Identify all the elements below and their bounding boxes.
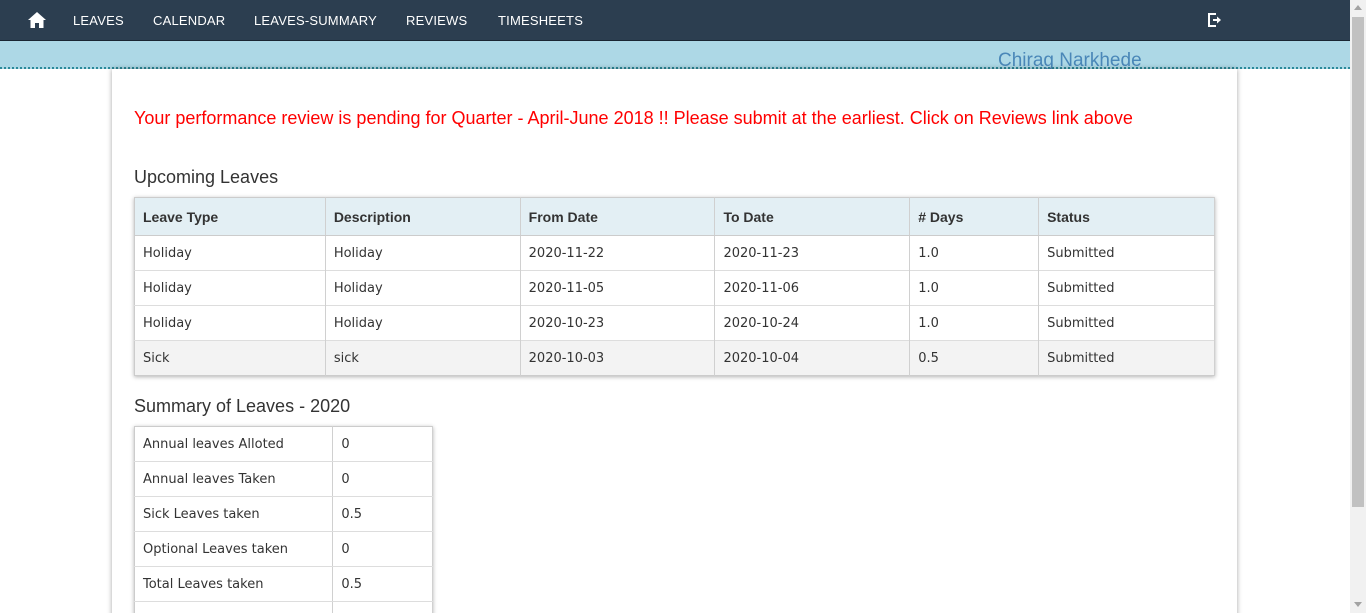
col-status: Status	[1038, 197, 1215, 236]
summary-label: Annual leaves Alloted	[134, 426, 334, 462]
cell-from-date: 2020-11-05	[520, 270, 716, 306]
cell-leave-type: Holiday	[134, 270, 326, 306]
cell-description: Holiday	[325, 235, 521, 271]
table-row: Holiday Holiday 2020-11-05 2020-11-06 1.…	[134, 270, 1215, 306]
summary-value: 0	[332, 426, 433, 462]
col-days: # Days	[909, 197, 1040, 236]
table-header-row: Leave Type Description From Date To Date…	[134, 197, 1215, 236]
table-row: Holiday Holiday 2020-11-22 2020-11-23 1.…	[134, 235, 1215, 271]
cell-leave-type: Sick	[134, 340, 326, 376]
cell-description: Holiday	[325, 305, 521, 341]
table-row: Sick sick 2020-10-03 2020-10-04 0.5 Subm…	[134, 340, 1215, 376]
table-row	[134, 601, 433, 613]
cell-from-date: 2020-10-23	[520, 305, 716, 341]
col-from-date: From Date	[520, 197, 716, 236]
summary-label: Total Leaves taken	[134, 566, 334, 602]
cell-status: Submitted	[1038, 235, 1215, 271]
cell-to-date: 2020-10-24	[714, 305, 911, 341]
nav-leaves-summary[interactable]: LEAVES-SUMMARY	[254, 13, 377, 28]
table-row: Total Leaves taken 0.5	[134, 566, 433, 602]
upcoming-leaves-table: Leave Type Description From Date To Date…	[134, 197, 1215, 376]
summary-label: Annual leaves Taken	[134, 461, 334, 497]
summary-value: 0	[332, 461, 433, 497]
cell-status: Submitted	[1038, 305, 1215, 341]
table-row: Annual leaves Taken 0	[134, 461, 433, 497]
logout-icon[interactable]	[1207, 12, 1223, 28]
cell-from-date: 2020-11-22	[520, 235, 716, 271]
cell-days: 1.0	[909, 270, 1040, 306]
review-pending-alert: Your performance review is pending for Q…	[134, 108, 1133, 128]
col-description: Description	[325, 197, 521, 236]
summary-value: 0.5	[332, 496, 433, 532]
table-row: Holiday Holiday 2020-10-23 2020-10-24 1.…	[134, 305, 1215, 341]
upcoming-leaves-title: Upcoming Leaves	[134, 167, 279, 187]
top-navbar: LEAVES CALENDAR LEAVES-SUMMARY REVIEWS T…	[0, 0, 1350, 41]
cell-description: Holiday	[325, 270, 521, 306]
cell-status: Submitted	[1038, 270, 1215, 306]
vertical-scrollbar[interactable]	[1350, 0, 1366, 613]
cell-to-date: 2020-10-04	[714, 340, 911, 376]
cell-days: 1.0	[909, 235, 1040, 271]
user-bar: Chirag Narkhede	[0, 41, 1350, 71]
summary-value-cut	[332, 601, 433, 613]
scroll-down-arrow-icon[interactable]	[1354, 602, 1362, 607]
cell-to-date: 2020-11-06	[714, 270, 911, 306]
summary-value: 0	[332, 531, 433, 567]
summary-of-leaves-title: Summary of Leaves - 2020	[134, 396, 351, 416]
cell-from-date: 2020-10-03	[520, 340, 716, 376]
cell-leave-type: Holiday	[134, 305, 326, 341]
home-icon[interactable]	[27, 11, 47, 29]
leave-summary-table: Annual leaves Alloted 0 Annual leaves Ta…	[134, 426, 433, 613]
cell-description: sick	[325, 340, 521, 376]
col-to-date: To Date	[714, 197, 911, 236]
summary-label: Optional Leaves taken	[134, 531, 334, 567]
cell-status: Submitted	[1038, 340, 1215, 376]
cell-leave-type: Holiday	[134, 235, 326, 271]
cell-days: 1.0	[909, 305, 1040, 341]
summary-value: 0.5	[332, 566, 433, 602]
summary-label-cut	[134, 601, 334, 613]
col-leave-type: Leave Type	[134, 197, 326, 236]
nav-reviews[interactable]: REVIEWS	[406, 13, 467, 28]
table-row: Annual leaves Alloted 0	[134, 426, 433, 462]
cell-days: 0.5	[909, 340, 1040, 376]
cell-to-date: 2020-11-23	[714, 235, 911, 271]
scrollbar-thumb[interactable]	[1352, 17, 1364, 507]
nav-leaves[interactable]: LEAVES	[73, 13, 124, 28]
scroll-up-arrow-icon[interactable]	[1354, 5, 1362, 10]
table-row: Sick Leaves taken 0.5	[134, 496, 433, 532]
table-row: Optional Leaves taken 0	[134, 531, 433, 567]
nav-timesheets[interactable]: TIMESHEETS	[498, 13, 583, 28]
summary-label: Sick Leaves taken	[134, 496, 334, 532]
nav-calendar[interactable]: CALENDAR	[153, 13, 225, 28]
